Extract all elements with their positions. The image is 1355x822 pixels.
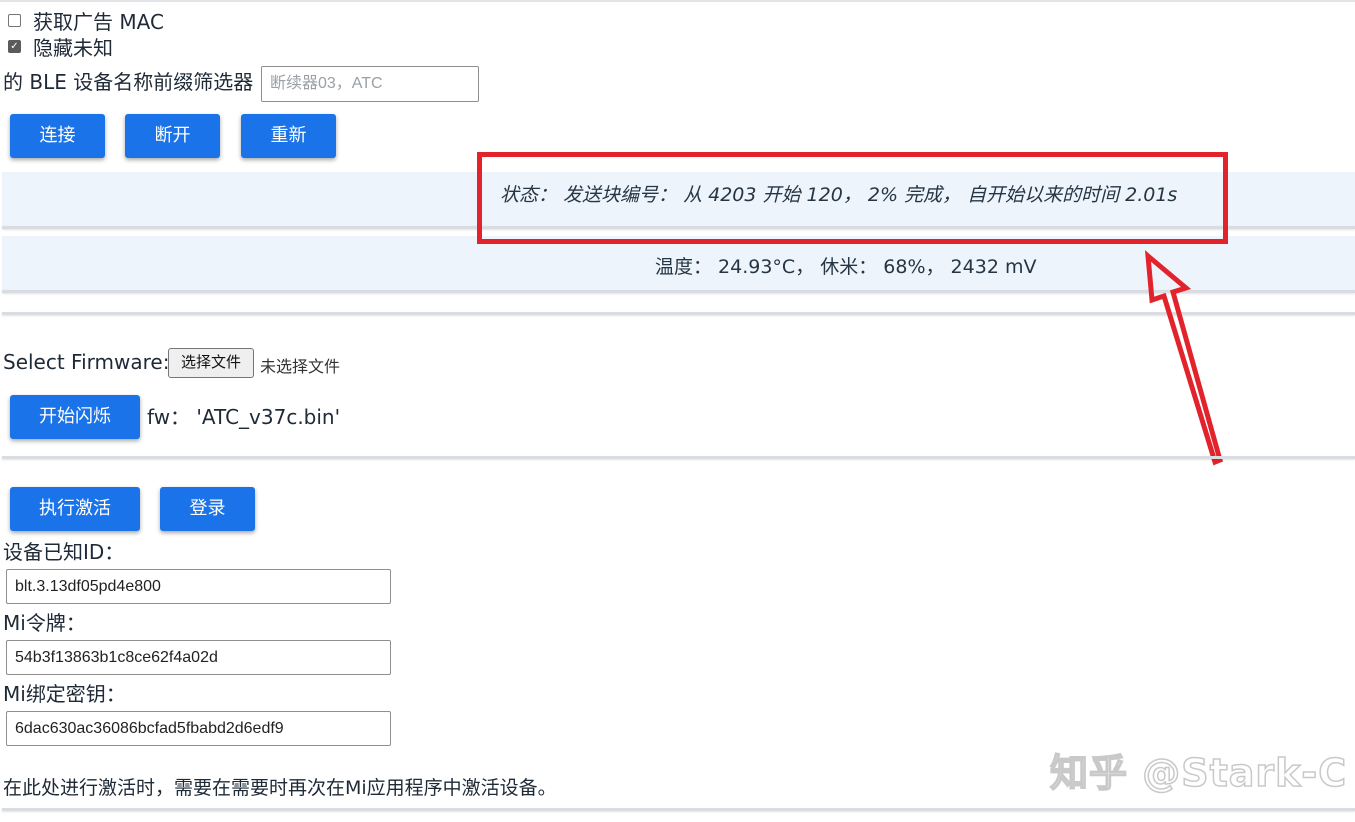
mi-bind-key-label: Mi绑定密钥： bbox=[3, 682, 126, 706]
login-button[interactable]: 登录 bbox=[160, 487, 255, 531]
hide-unknown-label: 隐藏未知 bbox=[33, 36, 113, 60]
firmware-divider bbox=[2, 456, 1355, 459]
reconnect-button[interactable]: 重新 bbox=[241, 114, 336, 158]
device-id-field[interactable] bbox=[6, 569, 391, 604]
firmware-filename: fw： 'ATC_v37c.bin' bbox=[147, 405, 341, 429]
activation-note: 在此处进行激活时，需要在需要时再次在Mi应用程序中激活设备。 bbox=[3, 777, 557, 799]
bottom-divider bbox=[2, 808, 1355, 811]
mi-token-field[interactable] bbox=[6, 640, 391, 675]
select-firmware-label: Select Firmware: bbox=[3, 350, 170, 374]
sensor-readout: 温度： 24.93°C， 休米： 68%， 2432 mV bbox=[655, 256, 1037, 278]
connect-button[interactable]: 连接 bbox=[10, 114, 105, 158]
name-prefix-filter-input[interactable] bbox=[261, 66, 479, 102]
name-prefix-filter-label: 的 BLE 设备名称前缀筛选器 bbox=[3, 70, 254, 94]
activate-button[interactable]: 执行激活 bbox=[10, 487, 140, 531]
start-flash-button[interactable]: 开始闪烁 bbox=[10, 395, 140, 439]
mi-token-label: Mi令牌： bbox=[3, 611, 86, 635]
get-ad-mac-label: 获取广告 MAC bbox=[33, 10, 164, 34]
top-divider bbox=[0, 0, 1355, 2]
get-ad-mac-checkbox[interactable] bbox=[8, 14, 21, 27]
highlight-box bbox=[477, 152, 1228, 244]
device-id-label: 设备已知ID： bbox=[3, 540, 125, 564]
hide-unknown-checkbox[interactable]: ✓ bbox=[8, 40, 21, 53]
annotation-arrow-icon bbox=[1144, 250, 1224, 466]
no-file-chosen-text: 未选择文件 bbox=[260, 357, 341, 376]
disconnect-button[interactable]: 断开 bbox=[125, 114, 220, 158]
mi-bind-key-field[interactable] bbox=[6, 711, 391, 746]
watermark: 知乎 @Stark-C bbox=[1049, 750, 1348, 796]
choose-file-button[interactable]: 选择文件 bbox=[168, 348, 254, 378]
